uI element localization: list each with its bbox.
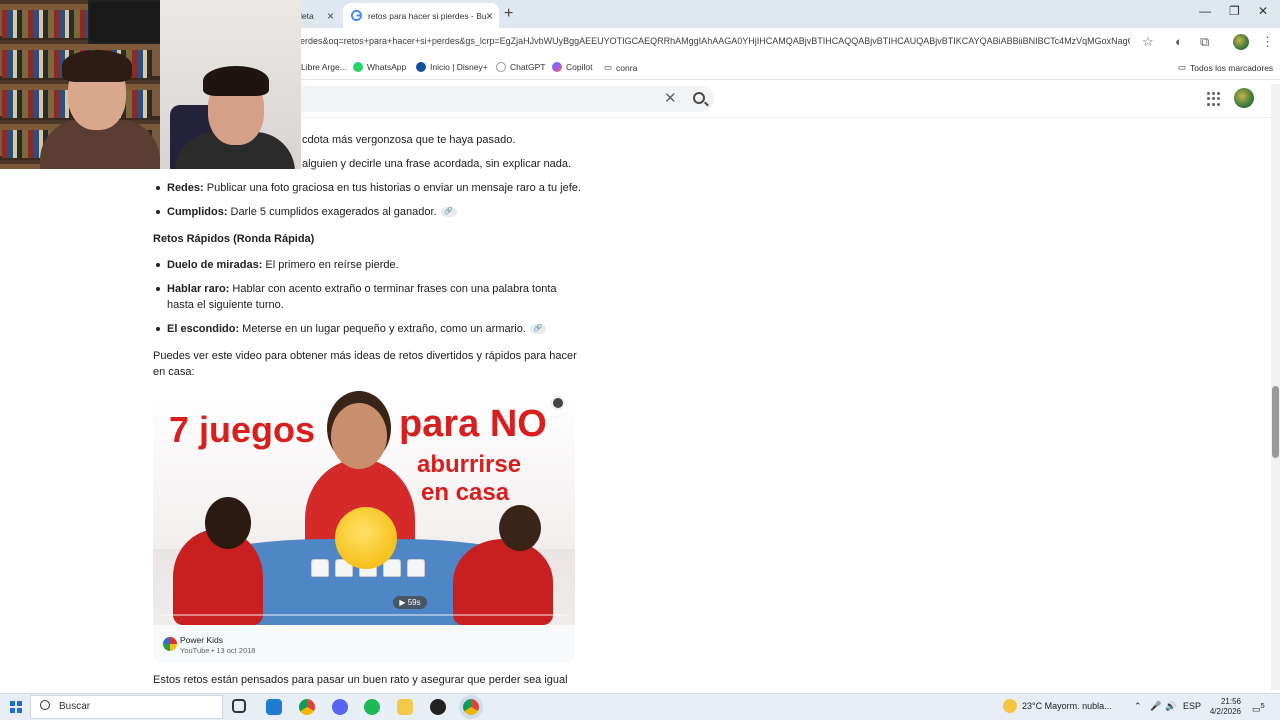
video-source-date: YouTube • 13 oct 2018 [180,646,256,655]
video-title-text: en casa [421,479,510,506]
extension-icon[interactable]: ◐ [1175,34,1183,49]
text-line: Estos retos están pensados para pasar un… [153,674,568,686]
restore-button[interactable]: ❐ [1229,4,1240,18]
bullet [156,210,160,214]
bookmark-item[interactable]: ChatGPT [496,62,545,72]
windows-start-icon[interactable] [10,701,22,713]
profile-avatar[interactable] [1234,88,1254,108]
task-view-icon[interactable] [232,699,246,713]
source-link-icon[interactable]: 🔗 [529,324,546,335]
close-icon[interactable]: × [486,9,493,23]
person-shape [499,505,541,551]
bookmark-folder[interactable]: ▭ conra [604,62,637,73]
chrome-icon[interactable] [299,699,315,715]
channel-logo [163,637,177,651]
close-icon[interactable]: × [327,9,334,23]
text-line: Puedes ver este video para obtener más i… [153,350,577,362]
menu-icon[interactable]: ⋮ [1261,34,1274,50]
copilot-icon [552,62,562,72]
clear-search-icon[interactable]: ✕ [664,89,677,107]
list-item: Hablar raro: Hablar con acento extraño o… [167,283,557,295]
webcam-overlay [0,0,301,169]
notification-icon[interactable]: ▭5 [1252,701,1265,715]
discord-icon[interactable] [332,699,348,715]
volume-icon[interactable]: 🔊 [1165,701,1176,712]
bookmark-item[interactable]: Copilot [552,62,592,72]
text-line: en casa: [153,366,195,378]
spotify-icon[interactable] [364,699,380,715]
whatsapp-icon [353,62,363,72]
cup-shape [407,559,425,577]
clock[interactable]: 21:56 4/2/2026 [1207,697,1241,717]
video-duration-badge: ▶ 59s [393,596,427,609]
world-map-picture [88,0,162,44]
video-channel: Power Kids [180,635,223,645]
weather-text[interactable]: 23°C Mayorm. nubla... [1022,701,1112,711]
person-shape [205,497,251,549]
minimize-button[interactable]: — [1199,4,1211,18]
bullet [156,186,160,190]
app-icon[interactable] [430,699,446,715]
vscode-icon[interactable] [266,699,282,715]
smiley-emoji [335,507,397,569]
source-link-icon[interactable]: 🔗 [440,207,457,218]
weather-icon[interactable] [1003,699,1017,713]
taskbar-search-label: Buscar [59,701,91,712]
tab-label: leta [300,10,314,21]
bookmark-item[interactable]: Inicio | Disney+ [416,62,488,72]
new-tab-button[interactable]: + [504,5,513,23]
bullet [156,327,160,331]
chrome-active-icon[interactable] [463,699,479,715]
search-input[interactable] [300,86,714,112]
video-title-text: para NO [399,403,547,445]
chevron-up-icon[interactable]: ⌃ [1134,701,1142,712]
windows-taskbar: Buscar 23°C Mayorm. nubla... ⌃ 🎤 🔊 ESP 2… [0,693,1280,720]
google-icon [351,10,362,21]
text-line: alguien y decirle una frase acordada, si… [302,158,572,170]
apps-grid-icon[interactable] [1207,92,1221,106]
bullet [156,287,160,291]
tab-active[interactable]: retos para hacer si pierdes - Bu × [343,3,499,28]
bullet [156,263,160,267]
section-heading: Retos Rápidos (Ronda Rápida) [153,233,315,245]
list-item: El escondido: Meterse en un lugar pequeñ… [167,321,546,337]
close-window-button[interactable]: ✕ [1258,4,1268,18]
puzzle-icon[interactable]: ⧉ [1200,34,1209,50]
cup-shape [311,559,329,577]
video-title-text: 7 juegos [169,409,316,450]
list-item-continued: hasta el siguiente turno. [167,299,284,311]
video-title-text: aburrirse [417,451,522,478]
scrollbar-thumb[interactable] [1272,386,1279,458]
language-indicator[interactable]: ESP [1183,701,1201,711]
bookmark-item[interactable]: WhatsApp [353,62,406,72]
bookmark-item[interactable]: Libre Arge... [301,62,347,72]
video-progress-bar[interactable] [161,614,567,616]
all-bookmarks-folder[interactable]: ▭ Todos los marcadores [1178,62,1273,73]
list-item: Duelo de miradas: El primero en reírse p… [167,259,399,271]
list-item: Cumplidos: Darle 5 cumplidos exagerados … [167,204,457,220]
chatgpt-icon [496,62,506,72]
expand-icon[interactable] [551,396,565,410]
profile-avatar[interactable] [1233,34,1249,50]
url-field[interactable]: erdes&oq=retos+para+hacer+si+perdes&gs_l… [300,36,1130,46]
search-icon [40,700,50,710]
disney-icon [416,62,426,72]
microphone-icon[interactable]: 🎤 [1150,701,1161,712]
video-thumbnail[interactable]: 7 juegos para NO aburrirse en casa ▶ 59s [153,389,575,625]
bookmark-star-icon[interactable]: ☆ [1142,34,1154,50]
text-line: cdota más vergonzosa que te haya pasado. [302,134,516,146]
video-meta[interactable]: Power Kids YouTube • 13 oct 2018 [153,625,575,663]
tab-label: retos para hacer si pierdes - Bu [368,10,487,21]
folder-icon: ▭ [1178,62,1187,72]
folder-icon: ▭ [604,62,613,72]
search-icon[interactable] [693,92,705,104]
list-item: Redes: Publicar una foto graciosa en tus… [167,182,581,194]
person-shape [453,539,553,625]
file-explorer-icon[interactable] [397,699,413,715]
person-shape [331,403,387,469]
